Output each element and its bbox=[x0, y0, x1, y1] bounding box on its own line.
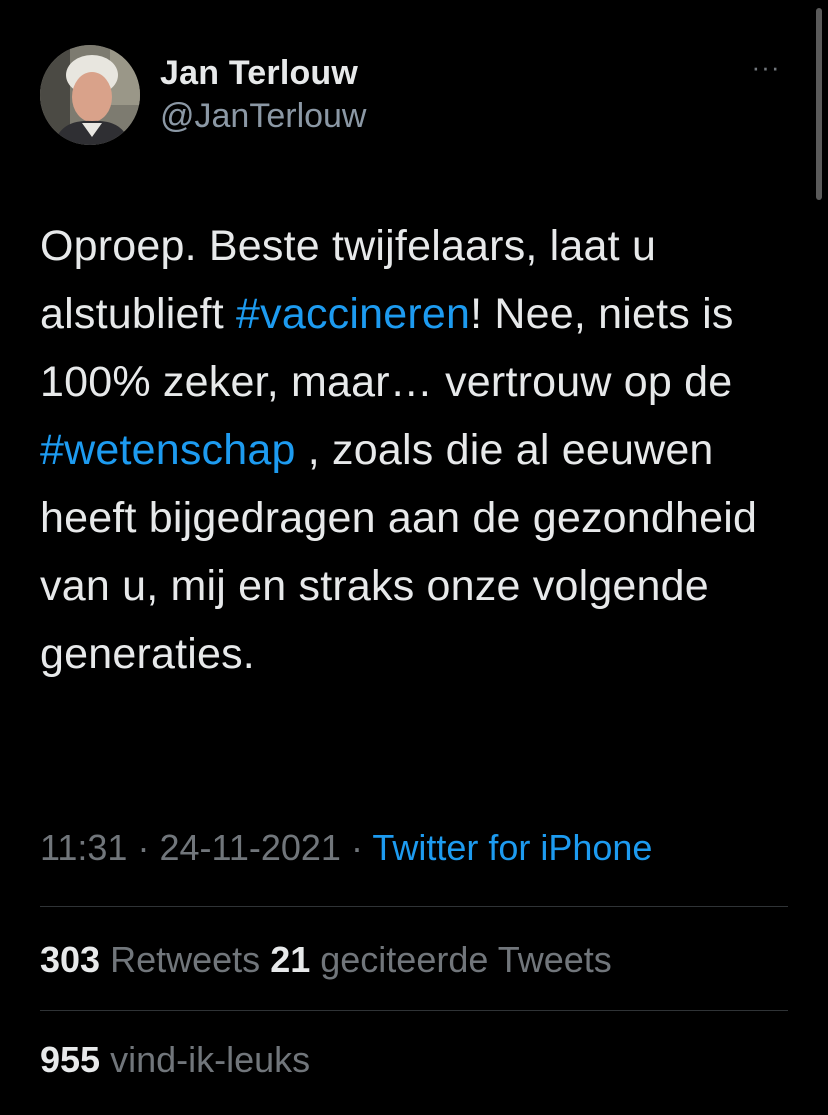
hashtag-link-wetenschap[interactable]: #wetenschap bbox=[40, 426, 296, 474]
more-horizontal-icon: ··· bbox=[751, 52, 781, 82]
meta-separator: · bbox=[137, 827, 150, 868]
tweet-time[interactable]: 11:31 bbox=[40, 827, 127, 868]
retweets-count: 303 bbox=[40, 939, 101, 980]
author-handle[interactable]: @JanTerlouw bbox=[160, 93, 367, 139]
avatar-photo bbox=[40, 45, 140, 145]
author-names: Jan Terlouw @JanTerlouw bbox=[160, 53, 367, 139]
likes-stat[interactable]: 955 vind-ik-leuks bbox=[40, 1039, 310, 1080]
tweet-header: Jan Terlouw @JanTerlouw ··· bbox=[40, 45, 800, 145]
stats-row-likes: 955 vind-ik-leuks bbox=[40, 1035, 310, 1085]
likes-label: vind-ik-leuks bbox=[110, 1039, 311, 1080]
avatar[interactable] bbox=[40, 45, 140, 145]
meta-separator: · bbox=[350, 827, 363, 868]
more-options-button[interactable]: ··· bbox=[748, 54, 784, 81]
tweet-meta: 11:31 · 24-11-2021 · Twitter for iPhone bbox=[40, 823, 652, 873]
likes-count: 955 bbox=[40, 1039, 101, 1080]
tweet-date[interactable]: 24-11-2021 bbox=[159, 827, 340, 868]
hashtag-link-vaccineren[interactable]: #vaccineren bbox=[236, 290, 470, 338]
quotes-count: 21 bbox=[270, 939, 311, 980]
tweet-source-link[interactable]: Twitter for iPhone bbox=[372, 827, 652, 868]
tweet-detail-page: Jan Terlouw @JanTerlouw ··· Oproep. Best… bbox=[0, 0, 828, 1115]
scrollbar[interactable] bbox=[816, 8, 822, 200]
divider bbox=[40, 1010, 788, 1011]
retweets-label: Retweets bbox=[110, 939, 261, 980]
quotes-label: geciteerde Tweets bbox=[320, 939, 612, 980]
tweet-text: Oproep. Beste twijfelaars, laat u alstub… bbox=[40, 212, 810, 688]
quotes-stat[interactable]: 21 geciteerde Tweets bbox=[270, 939, 612, 980]
retweets-stat[interactable]: 303 Retweets bbox=[40, 939, 260, 980]
stats-row-shares: 303 Retweets 21 geciteerde Tweets bbox=[40, 935, 612, 985]
author-display-name[interactable]: Jan Terlouw bbox=[160, 53, 367, 93]
divider bbox=[40, 906, 788, 907]
